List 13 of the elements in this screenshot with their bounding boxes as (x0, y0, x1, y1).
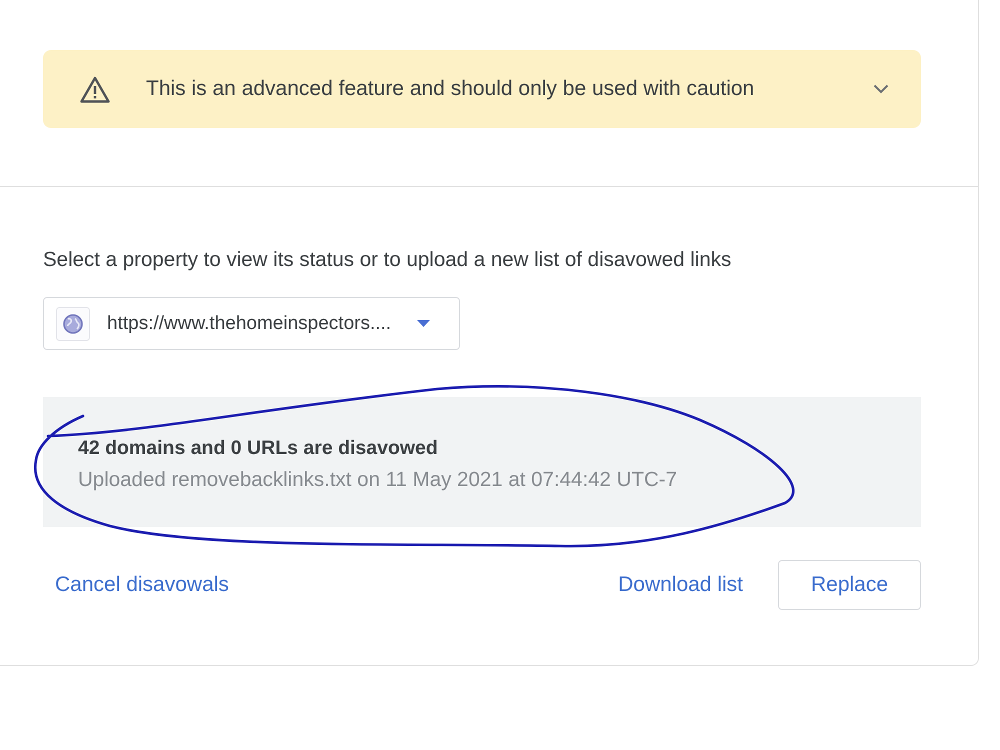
warning-icon (80, 76, 110, 102)
chevron-icon[interactable] (873, 84, 889, 94)
property-dropdown[interactable]: https://www.thehomeinspectors.... (43, 297, 460, 350)
globe-icon (56, 306, 90, 340)
text-link-button[interactable]: Cancel disavowals (43, 560, 241, 610)
property-url: https://www.thehomeinspectors.... (107, 312, 392, 334)
upload-details: Uploaded removebacklinks.txt on 11 May 2021 at 07:44:42 UTC-7 (78, 468, 678, 492)
status-title: 42 domains and 0 URLs are disavowed (78, 436, 439, 460)
text-link-button[interactable]: Download list (606, 560, 755, 610)
dropdown-caret-icon (417, 320, 430, 327)
outlined-button[interactable]: Replace (778, 560, 921, 610)
property-label: Select a property to view its status or to upload a new list of disavowed links (43, 248, 732, 272)
warning-text: This is an advanced feature and should only be used with caution (146, 77, 756, 101)
